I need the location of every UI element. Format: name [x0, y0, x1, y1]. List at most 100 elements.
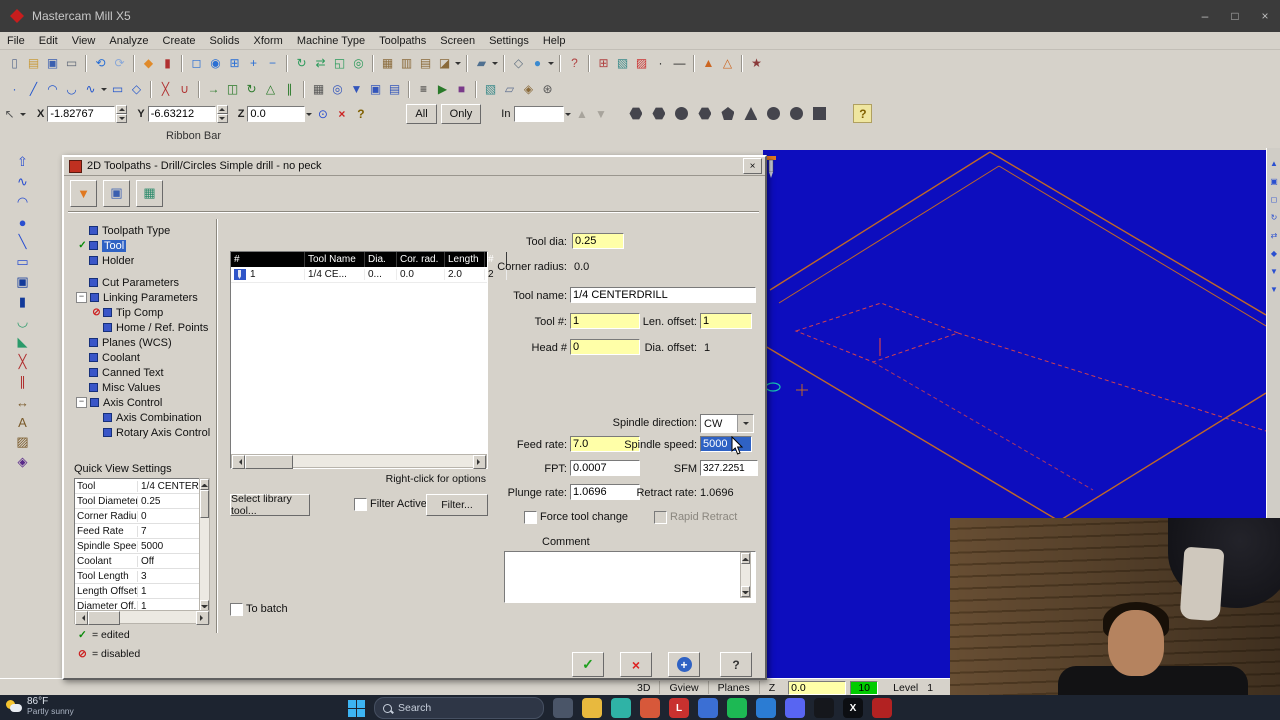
color-swatch-icon[interactable]: ▨ [632, 54, 651, 73]
z-dropdown-caret-icon[interactable] [305, 104, 313, 123]
autocursor-intersection-icon[interactable] [698, 107, 712, 120]
settings-gear-icon[interactable]: ⊛ [538, 80, 557, 99]
xform-rotate-icon[interactable]: ↻ [242, 80, 261, 99]
quick-view-vscrollbar[interactable] [199, 478, 210, 612]
photos-icon[interactable] [698, 698, 718, 718]
dropdown-caret-icon[interactable] [100, 80, 108, 99]
autocursor-point-icon[interactable] [744, 107, 758, 120]
tool-dia-input[interactable] [572, 233, 624, 249]
help-button[interactable]: ? [720, 652, 752, 677]
tree-item-canned-text[interactable]: Canned Text [76, 365, 214, 380]
xform-scale-icon[interactable]: △ [261, 80, 280, 99]
tool-manager-icon[interactable]: ▼ [70, 179, 97, 207]
obs-icon[interactable] [814, 698, 834, 718]
analyze-entity-icon[interactable]: ? [565, 54, 584, 73]
taskview-icon[interactable] [553, 698, 573, 718]
qv-row-tool[interactable]: Tool 1/4 CENTER. [75, 479, 200, 494]
autocursor-endpoint-icon[interactable] [675, 107, 689, 120]
join-entities-icon[interactable]: ∪ [175, 80, 194, 99]
zoom-selected-icon[interactable]: ⊞ [225, 54, 244, 73]
print-icon[interactable]: ▭ [62, 54, 81, 73]
toolbar-separator[interactable] [503, 54, 505, 72]
toolbar-separator[interactable] [588, 54, 590, 72]
menu-xform[interactable]: Xform [247, 35, 290, 47]
menu-edit[interactable]: Edit [32, 35, 65, 47]
dialog-titlebar[interactable]: 2D Toolpaths - Drill/Circles Simple dril… [64, 157, 765, 176]
autocursor-quadrant-icon[interactable] [767, 107, 781, 120]
pan-shortcut-icon[interactable]: ⇄ [1268, 226, 1280, 244]
tool-grid-hscrollbar[interactable] [231, 454, 487, 469]
dimension-tool-icon[interactable]: ↔ [11, 392, 35, 412]
circle-tool-icon[interactable]: ● [11, 212, 35, 232]
y-spinner[interactable] [216, 104, 228, 123]
groups-icon[interactable]: ◈ [519, 80, 538, 99]
dropdown-caret-icon[interactable] [454, 54, 462, 73]
dropdown-caret-icon[interactable] [491, 54, 499, 73]
gview-side-icon[interactable]: ▤ [416, 54, 435, 73]
autocursor-along-icon[interactable] [790, 107, 804, 120]
l-app-icon[interactable]: L [669, 698, 689, 718]
repaint-icon[interactable]: ◎ [349, 54, 368, 73]
dialog-close-button[interactable]: × [743, 158, 762, 174]
qv-row-corner-radius[interactable]: Corner Radius 0 [75, 509, 200, 524]
status-z-input[interactable] [788, 680, 847, 695]
shaded-display-icon[interactable]: ● [528, 54, 547, 73]
note-tool-icon[interactable]: A [11, 412, 35, 432]
tool-grid-row[interactable]: 1 1/4 CE... 0... 0.0 2.0 2 [231, 267, 507, 283]
planes-icon[interactable]: ▰ [472, 54, 491, 73]
save-icon[interactable]: ▣ [43, 54, 62, 73]
autocursor-nearest-icon[interactable] [813, 107, 827, 120]
create-fillet-icon[interactable]: ◡ [62, 80, 81, 99]
menu-settings[interactable]: Settings [482, 35, 536, 47]
backplot-icon[interactable]: ▶ [433, 80, 452, 99]
verify-icon[interactable]: ■ [452, 80, 471, 99]
wcs-icon[interactable]: ▲ [699, 54, 718, 73]
close-button[interactable]: × [1250, 3, 1280, 29]
select-in-input[interactable] [514, 105, 565, 122]
solid-box-icon[interactable]: ▣ [11, 272, 35, 292]
run-addin-icon[interactable]: ★ [747, 54, 766, 73]
z-coordinate-input[interactable] [247, 105, 306, 122]
tool-grid[interactable]: # Tool Name Dia. Cor. rad. Length # 1 1/4 CE.… [230, 251, 507, 469]
status-level-value[interactable]: 1 [927, 682, 933, 694]
toolbar-separator[interactable] [475, 80, 477, 98]
discord-icon[interactable] [785, 698, 805, 718]
mail-icon[interactable] [756, 698, 776, 718]
dynamic-rotate-icon[interactable]: ↻ [292, 54, 311, 73]
tree-item-coolant[interactable]: Coolant [76, 350, 214, 365]
spline-tool-icon[interactable]: ∿ [11, 172, 35, 192]
qv-row-tool-length[interactable]: Tool Length 3 [75, 569, 200, 584]
scroll-up-icon[interactable]: ▲ [1268, 154, 1280, 172]
tree-item-rotary-axis-control[interactable]: Rotary Axis Control [76, 425, 214, 440]
line-style-icon[interactable]: — [670, 54, 689, 73]
toolbar-separator[interactable] [85, 54, 87, 72]
create-point-icon[interactable]: · [5, 80, 24, 99]
autocursor-midpoint-icon[interactable] [721, 107, 735, 120]
zoom-out-icon[interactable]: − [263, 54, 282, 73]
xform-mirror-icon[interactable]: ◫ [223, 80, 242, 99]
gview-wcs-icon[interactable]: △ [718, 54, 737, 73]
spindle-speed-input[interactable] [700, 436, 752, 452]
menu-help[interactable]: Help [536, 35, 573, 47]
xform-dynamic-icon[interactable]: ◆ [139, 54, 158, 73]
offset-tool-icon[interactable]: ∥ [11, 372, 35, 392]
tree-item-axis-control[interactable]: − Axis Control [76, 395, 214, 410]
gview-front-icon[interactable]: ▥ [397, 54, 416, 73]
combo-caret-icon[interactable] [737, 415, 753, 432]
solid-cylinder-icon[interactable]: ▮ [11, 292, 35, 312]
status-3d[interactable]: 3D [628, 681, 661, 694]
attributes-icon[interactable]: ▧ [613, 54, 632, 73]
head-number-input[interactable] [570, 339, 640, 355]
chamfer-tool-icon[interactable]: ◣ [11, 332, 35, 352]
status-planes[interactable]: Planes [709, 681, 760, 694]
ribbon-help-icon[interactable]: ? [853, 104, 873, 123]
menu-create[interactable]: Create [156, 35, 203, 47]
zoom-target-icon[interactable]: ◉ [206, 54, 225, 73]
taskbar-search[interactable]: Search [374, 697, 544, 719]
start-button[interactable] [348, 699, 365, 717]
x-coordinate-input[interactable] [47, 105, 116, 122]
tool-name-input[interactable] [570, 287, 756, 303]
status-color-swatch[interactable]: 10 [850, 680, 879, 695]
tree-item-toolpath-type[interactable]: Toolpath Type [76, 223, 214, 238]
tool-display-icon[interactable]: ▦ [136, 179, 163, 207]
